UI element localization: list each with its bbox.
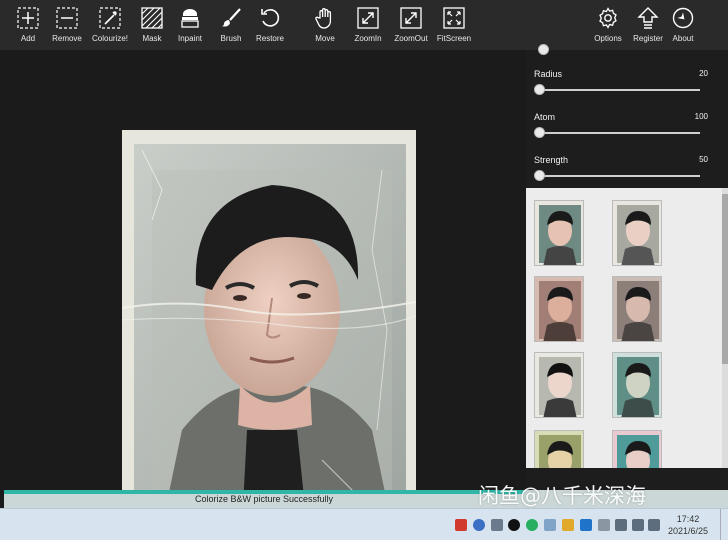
colourize-icon bbox=[99, 7, 121, 29]
restore-button[interactable]: Restore bbox=[245, 6, 295, 48]
fit-screen-label: FitScreen bbox=[436, 34, 472, 43]
thumbnail-scroll-thumb[interactable] bbox=[722, 194, 728, 364]
watermark-text: 闲鱼@八千米深海 bbox=[478, 484, 646, 508]
record-icon[interactable] bbox=[508, 519, 520, 531]
bluetooth-icon[interactable] bbox=[580, 519, 592, 531]
radius-track[interactable] bbox=[538, 89, 700, 91]
radius-knob[interactable] bbox=[534, 84, 545, 95]
remove-icon bbox=[56, 7, 78, 29]
windows-taskbar: 17:42 2021/6/25 bbox=[0, 508, 728, 540]
restore-label: Restore bbox=[255, 34, 284, 43]
atom-track[interactable] bbox=[538, 132, 700, 134]
wechat-icon[interactable] bbox=[526, 519, 538, 531]
fit-screen-button[interactable]: FitScreen bbox=[429, 6, 479, 48]
atom-knob[interactable] bbox=[534, 127, 545, 138]
cloud-icon[interactable] bbox=[544, 519, 556, 531]
thumbnail-1[interactable] bbox=[534, 200, 584, 266]
thumbnail-6[interactable] bbox=[612, 352, 662, 418]
help-icon[interactable] bbox=[473, 519, 485, 531]
zoom-in-icon bbox=[357, 7, 379, 29]
thumbnail-8[interactable] bbox=[612, 430, 662, 468]
add-icon bbox=[17, 7, 39, 29]
register-arrow-icon bbox=[637, 7, 659, 29]
strength-track[interactable] bbox=[538, 175, 700, 177]
brush-icon bbox=[222, 8, 241, 27]
device-icon[interactable] bbox=[598, 519, 610, 531]
shield-icon[interactable] bbox=[562, 519, 574, 531]
thumbnail-3[interactable] bbox=[534, 276, 584, 342]
radius-label: Radius bbox=[534, 69, 563, 79]
signal-icon[interactable] bbox=[615, 519, 627, 531]
about-label: About bbox=[672, 34, 694, 43]
sogou-ime-icon[interactable] bbox=[455, 519, 467, 531]
about-button[interactable]: About bbox=[658, 6, 708, 48]
strength-knob[interactable] bbox=[534, 170, 545, 181]
image-canvas[interactable] bbox=[4, 50, 526, 526]
restore-icon bbox=[261, 9, 280, 27]
atom-value: 100 bbox=[694, 112, 708, 121]
settings-panel: Radius 20 Atom 100 Strength 50 bbox=[526, 44, 728, 188]
thumbnail-list[interactable] bbox=[526, 188, 728, 468]
zoom-out-icon bbox=[400, 7, 422, 29]
atom-label: Atom bbox=[534, 112, 556, 122]
network-share-icon[interactable] bbox=[491, 519, 503, 531]
status-message: Colorize B&W picture Successfully bbox=[194, 494, 334, 504]
gear-icon bbox=[599, 7, 617, 29]
volume-icon[interactable] bbox=[648, 519, 660, 531]
show-desktop-button[interactable] bbox=[720, 509, 728, 540]
strength-value: 50 bbox=[699, 155, 708, 164]
thumbnail-5[interactable] bbox=[534, 352, 584, 418]
radius-value: 20 bbox=[699, 69, 708, 78]
thumbnail-scrollbar[interactable] bbox=[722, 188, 728, 468]
strength-label: Strength bbox=[534, 155, 569, 165]
hand-icon bbox=[315, 8, 332, 29]
toolbar: Add Remove Colourize! Mask Inpaint Brush… bbox=[0, 0, 728, 50]
mask-icon bbox=[141, 7, 163, 29]
battery-icon[interactable] bbox=[632, 519, 644, 531]
hidden-slider-knob[interactable] bbox=[538, 44, 549, 55]
thumbnail-4[interactable] bbox=[612, 276, 662, 342]
colorized-photo[interactable] bbox=[122, 130, 416, 526]
inpaint-icon bbox=[181, 9, 199, 28]
system-clock[interactable]: 17:42 2021/6/25 bbox=[668, 513, 708, 537]
fit-screen-icon bbox=[443, 7, 465, 29]
thumbnail-7[interactable] bbox=[534, 430, 584, 468]
clock-date: 2021/6/25 bbox=[667, 526, 708, 536]
compass-icon bbox=[672, 7, 694, 29]
thumbnail-2[interactable] bbox=[612, 200, 662, 266]
clock-time: 17:42 bbox=[676, 514, 700, 524]
